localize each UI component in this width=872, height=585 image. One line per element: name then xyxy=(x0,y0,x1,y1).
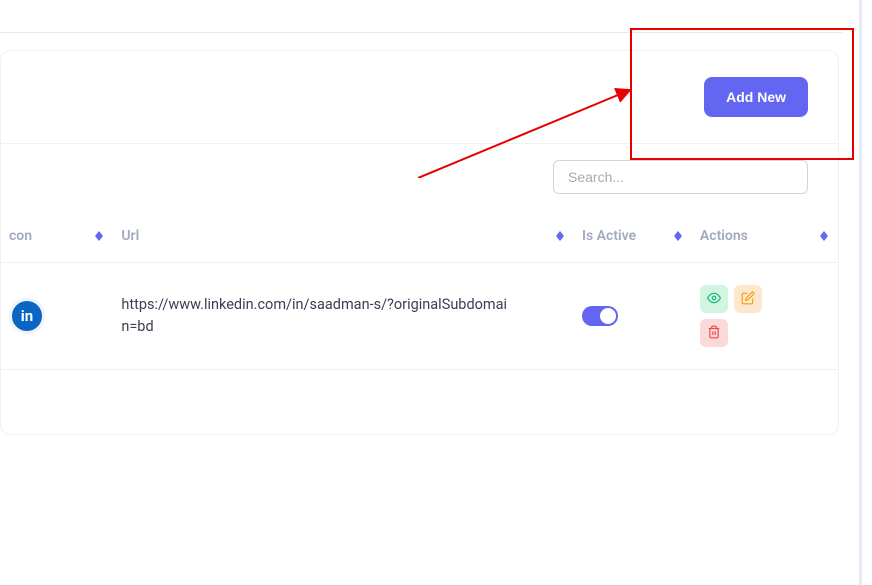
toggle-knob xyxy=(600,308,616,324)
search-input[interactable] xyxy=(553,160,808,194)
sort-icon xyxy=(674,231,682,241)
column-header-label: Url xyxy=(121,228,139,244)
table-row: in https://www.linkedin.com/in/saadman-s… xyxy=(1,263,838,370)
page-container: Add New con Url xyxy=(0,0,872,585)
column-header-is-active[interactable]: Is Active xyxy=(574,210,692,263)
active-toggle[interactable] xyxy=(582,306,618,326)
sort-icon xyxy=(820,231,828,241)
data-table: con Url Is Active xyxy=(1,210,838,370)
column-header-icon[interactable]: con xyxy=(1,210,113,263)
sort-icon xyxy=(556,231,564,241)
edit-icon xyxy=(741,291,755,308)
column-header-label: Actions xyxy=(700,228,748,244)
search-section xyxy=(1,144,838,210)
header-section: Add New xyxy=(1,51,838,144)
linkedin-icon: in xyxy=(9,298,45,334)
top-divider xyxy=(0,32,842,33)
delete-button[interactable] xyxy=(700,319,728,347)
card: Add New con Url xyxy=(0,50,839,435)
column-header-label: Is Active xyxy=(582,228,636,244)
trash-icon xyxy=(707,325,721,342)
column-header-url[interactable]: Url xyxy=(113,210,574,263)
right-border xyxy=(859,0,862,585)
sort-icon xyxy=(95,231,103,241)
edit-button[interactable] xyxy=(734,285,762,313)
actions-cell xyxy=(700,285,770,347)
eye-icon xyxy=(707,291,721,308)
column-header-actions[interactable]: Actions xyxy=(692,210,838,263)
view-button[interactable] xyxy=(700,285,728,313)
add-new-button[interactable]: Add New xyxy=(704,77,808,117)
column-header-label: con xyxy=(9,228,32,244)
url-cell: https://www.linkedin.com/in/saadman-s/?o… xyxy=(121,294,511,338)
